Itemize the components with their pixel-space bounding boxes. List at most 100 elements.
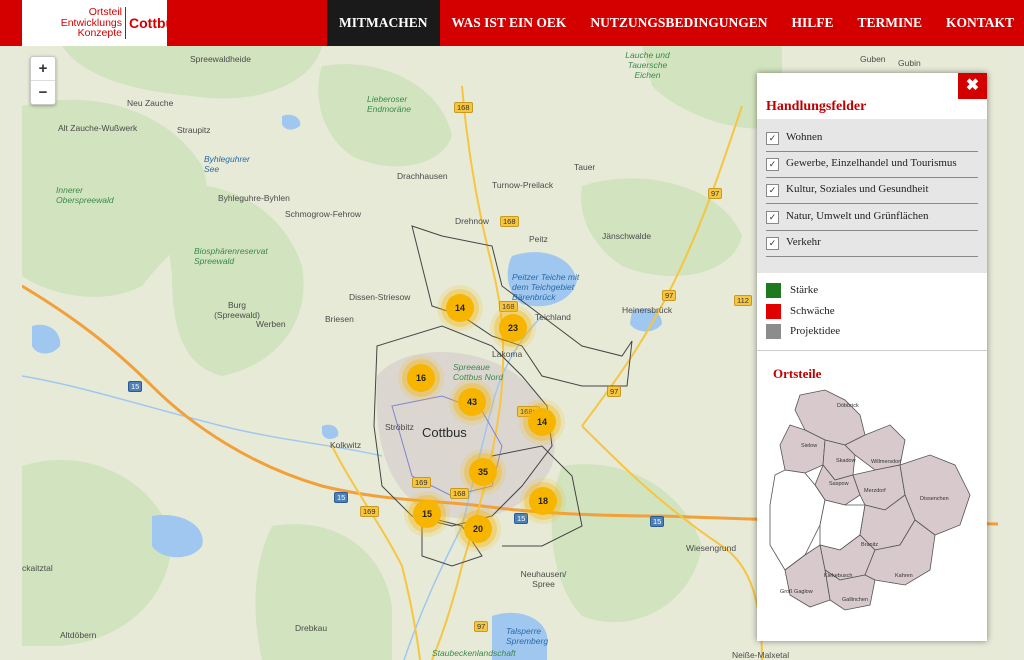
logo-city: Cottbus [129, 15, 182, 31]
district-label: Gallinchen [842, 597, 868, 603]
logo-divider [125, 7, 126, 39]
place-label: Briesen [325, 314, 354, 324]
divider [757, 350, 987, 351]
place-label: Peitz [529, 234, 548, 244]
filter-natur[interactable]: ✓ Natur, Umwelt und Grünflächen [766, 204, 978, 231]
place-label: Drachhausen [397, 171, 448, 181]
place-label: Alt Zauche-Wußwerk [58, 123, 138, 133]
legend-swatch-grey [766, 324, 781, 339]
place-label: Turnow-Preilack [492, 180, 554, 190]
place-label: Ströbitz [385, 422, 414, 432]
road-shield: 15 [514, 513, 529, 524]
place-label: Byhleguhrer See [204, 154, 250, 174]
top-navigation-bar: Ortsteil Entwicklungs Konzepte Cottbus M… [0, 0, 1024, 46]
filter-list: ✓ Wohnen ✓ Gewerbe, Einzelhandel und Tou… [757, 119, 987, 273]
place-label: Innerer Oberspreewald [56, 185, 114, 205]
district-label: Groß Gaglow [780, 589, 813, 595]
road-shield: 15 [334, 492, 349, 503]
place-label: Burg (Spreewald) [214, 300, 260, 320]
place-label: Wiesengrund [686, 543, 737, 553]
place-label: Straupitz [177, 125, 211, 135]
place-label: Teichland [535, 312, 571, 322]
place-label: Lieberoser Endmoräne [367, 94, 411, 114]
zoom-in-button[interactable]: + [31, 57, 55, 81]
logo-line-1: Ortsteil [88, 6, 122, 18]
legend-label: Projektidee [790, 325, 841, 337]
checkbox[interactable]: ✓ [766, 132, 779, 145]
road-shield: 169 [360, 506, 379, 517]
place-label-city: Cottbus [422, 425, 467, 440]
close-icon[interactable]: ✖ [958, 73, 987, 99]
district-label: Kahren [895, 573, 913, 579]
place-label: Heinersbrück [622, 305, 673, 315]
place-label: Altdöbern [60, 630, 97, 640]
place-label: Schmogrow-Fehrow [285, 209, 362, 219]
panel-title: Handlungsfelder [766, 99, 867, 114]
road-shield: 112 [734, 295, 752, 306]
district-label: Döbbrick [837, 403, 859, 409]
cluster-marker[interactable]: 16 [407, 364, 435, 392]
legend-label: Schwäche [790, 305, 835, 317]
checkbox[interactable]: ✓ [766, 184, 779, 197]
place-label: Guben [860, 54, 886, 64]
filter-panel: ✖ Handlungsfelder ✓ Wohnen ✓ Gewerbe, Ei… [757, 73, 987, 641]
checkbox[interactable]: ✓ [766, 158, 779, 171]
zoom-control: + − [30, 56, 56, 105]
place-label: Neuhausen/ Spree [520, 569, 567, 589]
checkbox[interactable]: ✓ [766, 211, 779, 224]
filter-label: Kultur, Soziales und Gesundheit [786, 183, 929, 195]
nav-termine[interactable]: TERMINE [845, 0, 934, 46]
district-label: Branitz [861, 542, 878, 548]
place-label: Neu Zauche [127, 98, 174, 108]
district-label: Sielow [801, 443, 817, 449]
place-label: Spreeaue Cottbus Nord [453, 362, 504, 382]
cluster-marker[interactable]: 23 [499, 314, 527, 342]
place-label: Dissen-Striesow [349, 292, 411, 302]
legend-label: Stärke [790, 284, 819, 296]
nav-hilfe[interactable]: HILFE [779, 0, 845, 46]
filter-verkehr[interactable]: ✓ Verkehr [766, 230, 978, 257]
road-shield: 168 [499, 301, 518, 312]
zoom-out-button[interactable]: − [31, 81, 55, 104]
place-label: Biosphärenreservat Spreewald [194, 246, 268, 266]
place-label: Gubin [898, 58, 921, 68]
district-map[interactable]: Döbbrick Sielow Skadow Willmersdorf Sasp… [765, 385, 979, 615]
road-shield: 169 [412, 477, 431, 488]
place-label: Kolkwitz [330, 440, 362, 450]
filter-label: Wohnen [786, 131, 823, 143]
checkbox[interactable]: ✓ [766, 237, 779, 250]
place-label: Spreewaldheide [190, 54, 251, 64]
road-shield: 15 [128, 381, 143, 392]
road-shield: 97 [708, 188, 723, 199]
legend-swatch-red [766, 304, 781, 319]
filter-gewerbe[interactable]: ✓ Gewerbe, Einzelhandel und Tourismus [766, 151, 978, 178]
cluster-marker[interactable]: 14 [446, 294, 474, 322]
place-label: Drebkau [295, 623, 328, 633]
logo-subtitle: Ortsteil Entwicklungs Konzepte [28, 7, 122, 39]
site-logo[interactable]: Ortsteil Entwicklungs Konzepte Cottbus [22, 0, 182, 46]
nav-kontakt[interactable]: KONTAKT [934, 0, 1024, 46]
district-label: Willmersdorf [871, 459, 902, 465]
filter-kultur[interactable]: ✓ Kultur, Soziales und Gesundheit [766, 177, 978, 204]
district-label: Saspow [829, 481, 849, 487]
cluster-marker[interactable]: 35 [469, 458, 497, 486]
cluster-marker[interactable]: 14 [528, 408, 556, 436]
cluster-marker[interactable]: 43 [458, 388, 486, 416]
place-label: ckaitztal [22, 563, 53, 573]
nav-nutzungsbedingungen[interactable]: NUTZUNGSBEDINGUNGEN [578, 0, 779, 46]
nav-mitmachen[interactable]: MITMACHEN [327, 0, 440, 46]
place-label: Lauche und Tauersche Eichen [625, 50, 670, 80]
filter-wohnen[interactable]: ✓ Wohnen [766, 125, 978, 152]
district-label: Merzdorf [864, 488, 886, 494]
road-shield: 168 [454, 102, 473, 113]
cluster-marker[interactable]: 18 [529, 487, 557, 515]
nav-was-ist-ein-oek[interactable]: WAS IST EIN OEK [440, 0, 579, 46]
place-label: Staubeckenlandschaft [432, 648, 516, 658]
district-label: Kiekebusch [824, 573, 852, 579]
place-label: Neiße-Malxetal [732, 650, 790, 660]
filter-label: Natur, Umwelt und Grünflächen [786, 210, 929, 222]
cluster-marker[interactable]: 20 [464, 515, 492, 543]
district-label: Skadow [836, 458, 856, 464]
cluster-marker[interactable]: 15 [413, 500, 441, 528]
place-label: Talsperre Spremberg [506, 626, 549, 646]
